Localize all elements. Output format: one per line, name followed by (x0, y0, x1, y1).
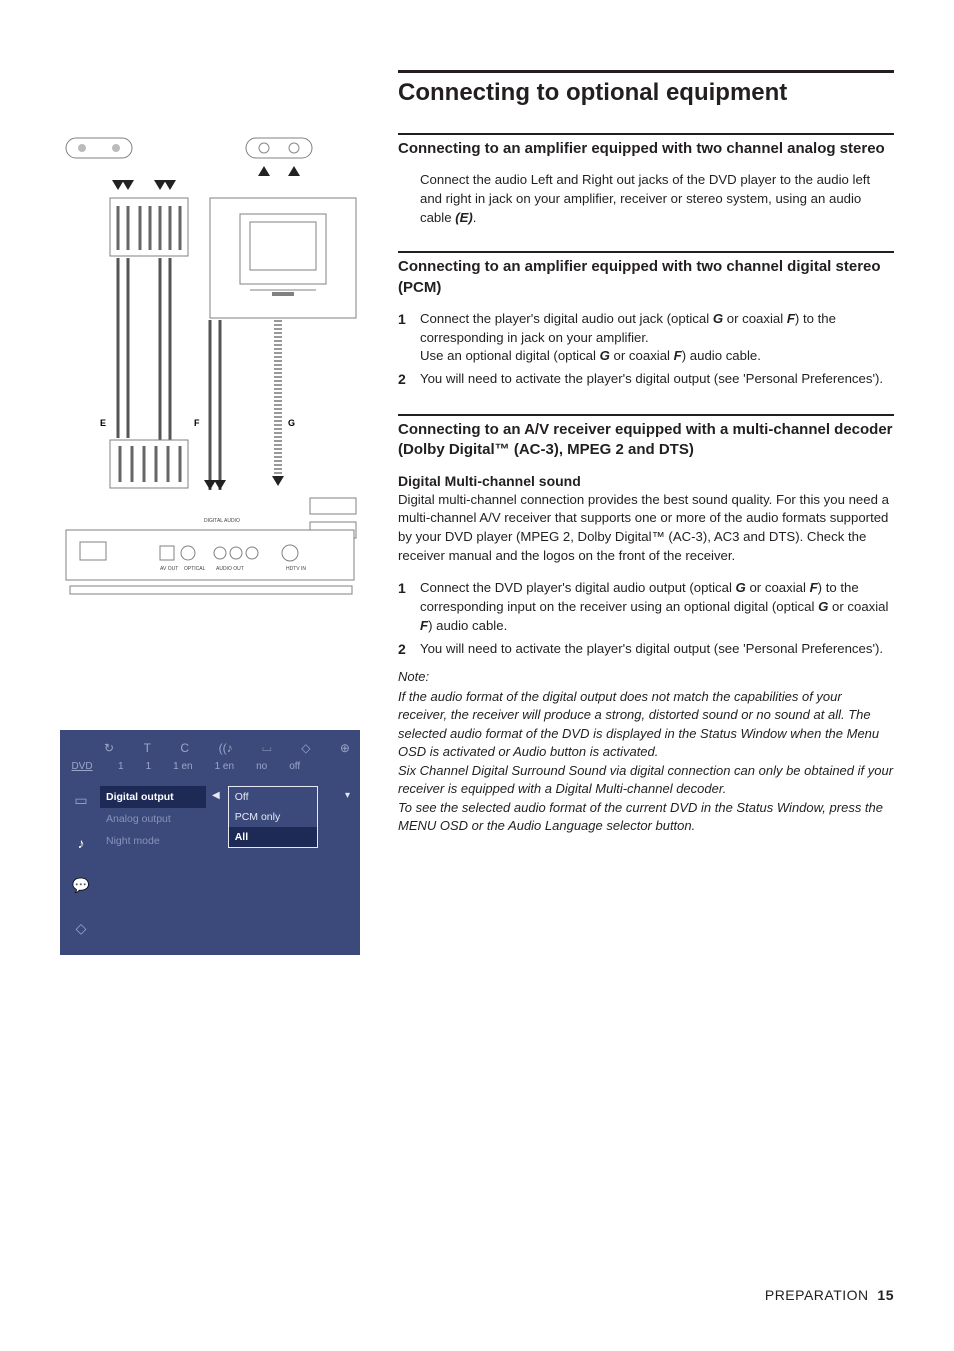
sec3-subheading: Digital Multi-channel sound (398, 473, 894, 489)
svg-text:DIGITAL AUDIO: DIGITAL AUDIO (204, 518, 240, 524)
osd-dvd-label: DVD (68, 761, 96, 772)
osd-icon-chapter: C (180, 741, 189, 755)
osd-side-pref-icon: ◇ (76, 920, 87, 937)
osd-icon-zoom: ⊕ (340, 741, 350, 755)
osd-option-off: Off (229, 787, 317, 807)
osd-down-arrow-icon: ▾ (345, 786, 350, 801)
osd-icon-rotate: ↻ (104, 741, 114, 755)
osd-left-arrow-icon: ◀ (212, 786, 220, 801)
page-footer: PREPARATION 15 (765, 1287, 894, 1303)
note-p2: Six Channel Digital Surround Sound via d… (398, 762, 894, 799)
page-title: Connecting to optional equipment (398, 70, 894, 107)
osd-side-subtitle-icon: 💬 (72, 877, 89, 894)
svg-text:AUDIO OUT: AUDIO OUT (216, 566, 244, 572)
osd-menu-screenshot: ↻ T C ((♪ ⌴ ◇ ⊕ DVD 1 1 1 en 1 en no off (60, 730, 360, 955)
sec2-step2: 2 You will need to activate the player's… (398, 370, 894, 390)
sec2-heading: Connecting to an amplifier equipped with… (398, 251, 894, 298)
sec1-heading: Connecting to an amplifier equipped with… (398, 133, 894, 159)
osd-icon-title: T (144, 741, 151, 755)
footer-section-label: PREPARATION (765, 1287, 869, 1303)
svg-text:AV OUT: AV OUT (160, 566, 178, 572)
sec3-body: Digital multi-channel connection provide… (398, 491, 894, 566)
sec1-body: Connect the audio Left and Right out jac… (398, 171, 894, 227)
sec3-step2: 2 You will need to activate the player's… (398, 640, 894, 660)
svg-text:OPTICAL: OPTICAL (184, 566, 206, 572)
note-p1: If the audio format of the digital outpu… (398, 688, 894, 762)
svg-text:HDTV IN: HDTV IN (286, 566, 306, 572)
osd-option-all: All (229, 827, 317, 847)
sec3-step1: 1 Connect the DVD player's digital audio… (398, 579, 894, 635)
osd-icon-angle: ◇ (301, 741, 310, 755)
osd-setting-digital-output: Digital output (100, 786, 206, 808)
svg-text:E: E (100, 418, 106, 428)
osd-icon-audio: ((♪ (219, 741, 233, 755)
footer-page-number: 15 (877, 1287, 894, 1303)
note-p3: To see the selected audio format of the … (398, 799, 894, 836)
note-label: Note: (398, 668, 894, 686)
svg-text:F: F (194, 418, 200, 428)
osd-setting-analog-output: Analog output (100, 808, 206, 830)
sec2-step1: 1 Connect the player's digital audio out… (398, 310, 894, 366)
osd-icon-subtitle: ⌴ (262, 740, 272, 755)
wiring-diagram: DIGITAL AUDIO AV OUT OPTICAL AUDIO OUT H… (60, 130, 360, 620)
osd-side-video-icon: ▭ (74, 792, 87, 809)
sec3-heading: Connecting to an A/V receiver equipped w… (398, 414, 894, 461)
osd-option-pcm-only: PCM only (229, 807, 317, 827)
svg-text:G: G (288, 418, 295, 428)
osd-setting-night-mode: Night mode (100, 830, 206, 852)
osd-side-audio-icon: ♪ (78, 835, 85, 851)
